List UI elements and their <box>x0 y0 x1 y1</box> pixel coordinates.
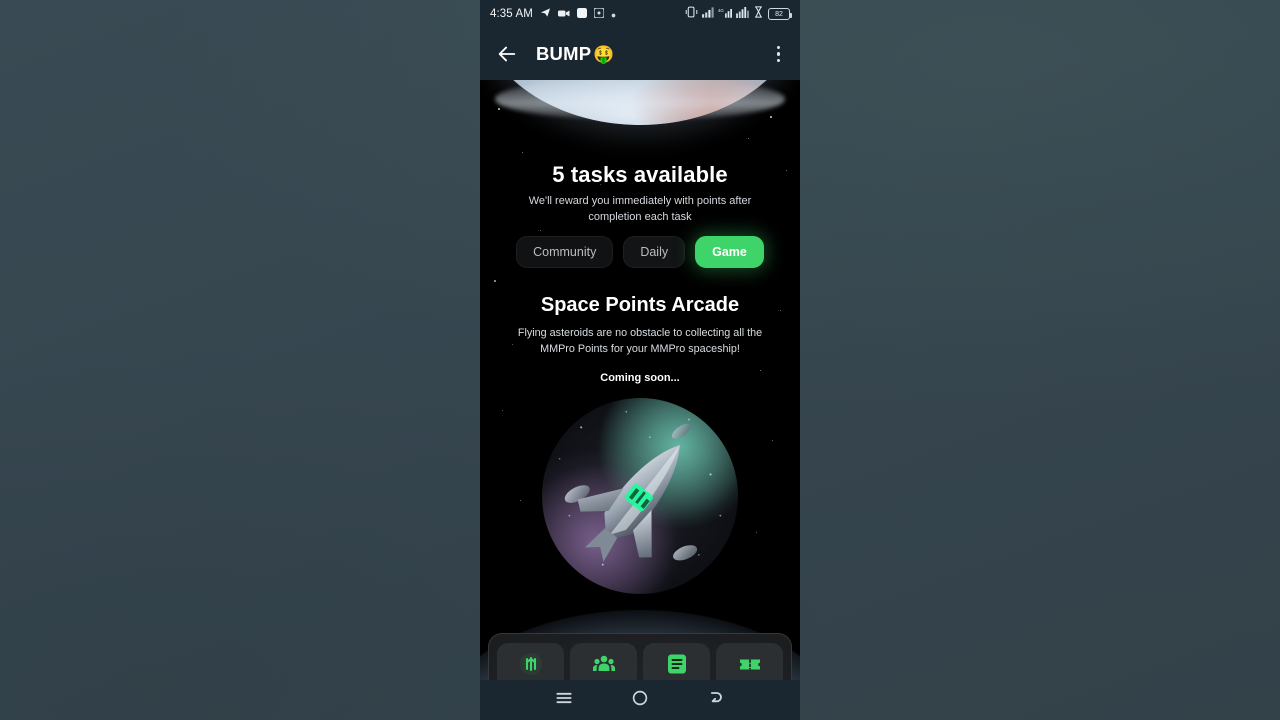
vibrate-icon <box>685 5 698 23</box>
task-category-tabs: Community Daily Game <box>480 236 800 268</box>
app-icon <box>593 5 605 23</box>
main-content: 5 tasks available We'll reward you immed… <box>480 80 800 720</box>
status-bar-right: 4G 82 <box>685 5 792 23</box>
dot-icon <box>611 5 616 23</box>
svg-text:4G: 4G <box>718 8 724 13</box>
planet-artwork-top <box>480 80 800 125</box>
page-title-text: BUMP <box>536 43 592 64</box>
hourglass-icon <box>753 5 764 23</box>
tasks-subline: We'll reward you immediately with points… <box>528 195 752 223</box>
video-icon <box>557 5 570 23</box>
game-status-text: Coming soon... <box>600 372 680 384</box>
telegram-icon <box>540 5 551 23</box>
tab-game[interactable]: Game <box>695 236 764 268</box>
signal-4g-icon: 4G <box>718 5 732 23</box>
phone-screen: 4:35 AM 4G 82 BUMP 🤑 5 tasks available W… <box>480 0 800 720</box>
app-bar: BUMP 🤑 <box>480 28 800 80</box>
android-system-nav <box>480 680 800 720</box>
status-bar-left: 4:35 AM <box>490 5 616 23</box>
signal-alt-icon <box>736 5 749 23</box>
vouchers-ticket-icon <box>737 651 763 677</box>
game-title: Space Points Arcade <box>540 294 740 316</box>
signal-bars-icon <box>702 5 714 23</box>
recents-button-icon[interactable] <box>554 688 574 713</box>
home-button-icon[interactable] <box>631 689 649 712</box>
tab-community[interactable]: Community <box>516 236 614 268</box>
tasks-list-icon <box>664 651 690 677</box>
game-description: Flying asteroids are no obstacle to coll… <box>517 327 763 355</box>
money-mouth-emoji-icon: 🤑 <box>593 44 615 64</box>
battery-indicator: 82 <box>768 8 792 20</box>
more-options-icon[interactable] <box>773 42 785 67</box>
back-button-icon[interactable] <box>706 688 726 713</box>
back-arrow-icon[interactable] <box>496 43 518 65</box>
stop-icon <box>576 5 587 23</box>
tab-daily[interactable]: Daily <box>623 236 686 268</box>
page-title: BUMP 🤑 <box>536 43 615 65</box>
status-bar: 4:35 AM 4G 82 <box>480 0 800 28</box>
status-bar-clock: 4:35 AM <box>490 8 533 20</box>
tasks-headline: 5 tasks available <box>552 162 728 187</box>
farming-logo-icon <box>518 651 544 677</box>
spaceship-nebula-artwork <box>542 398 738 594</box>
friends-people-icon <box>591 651 617 677</box>
